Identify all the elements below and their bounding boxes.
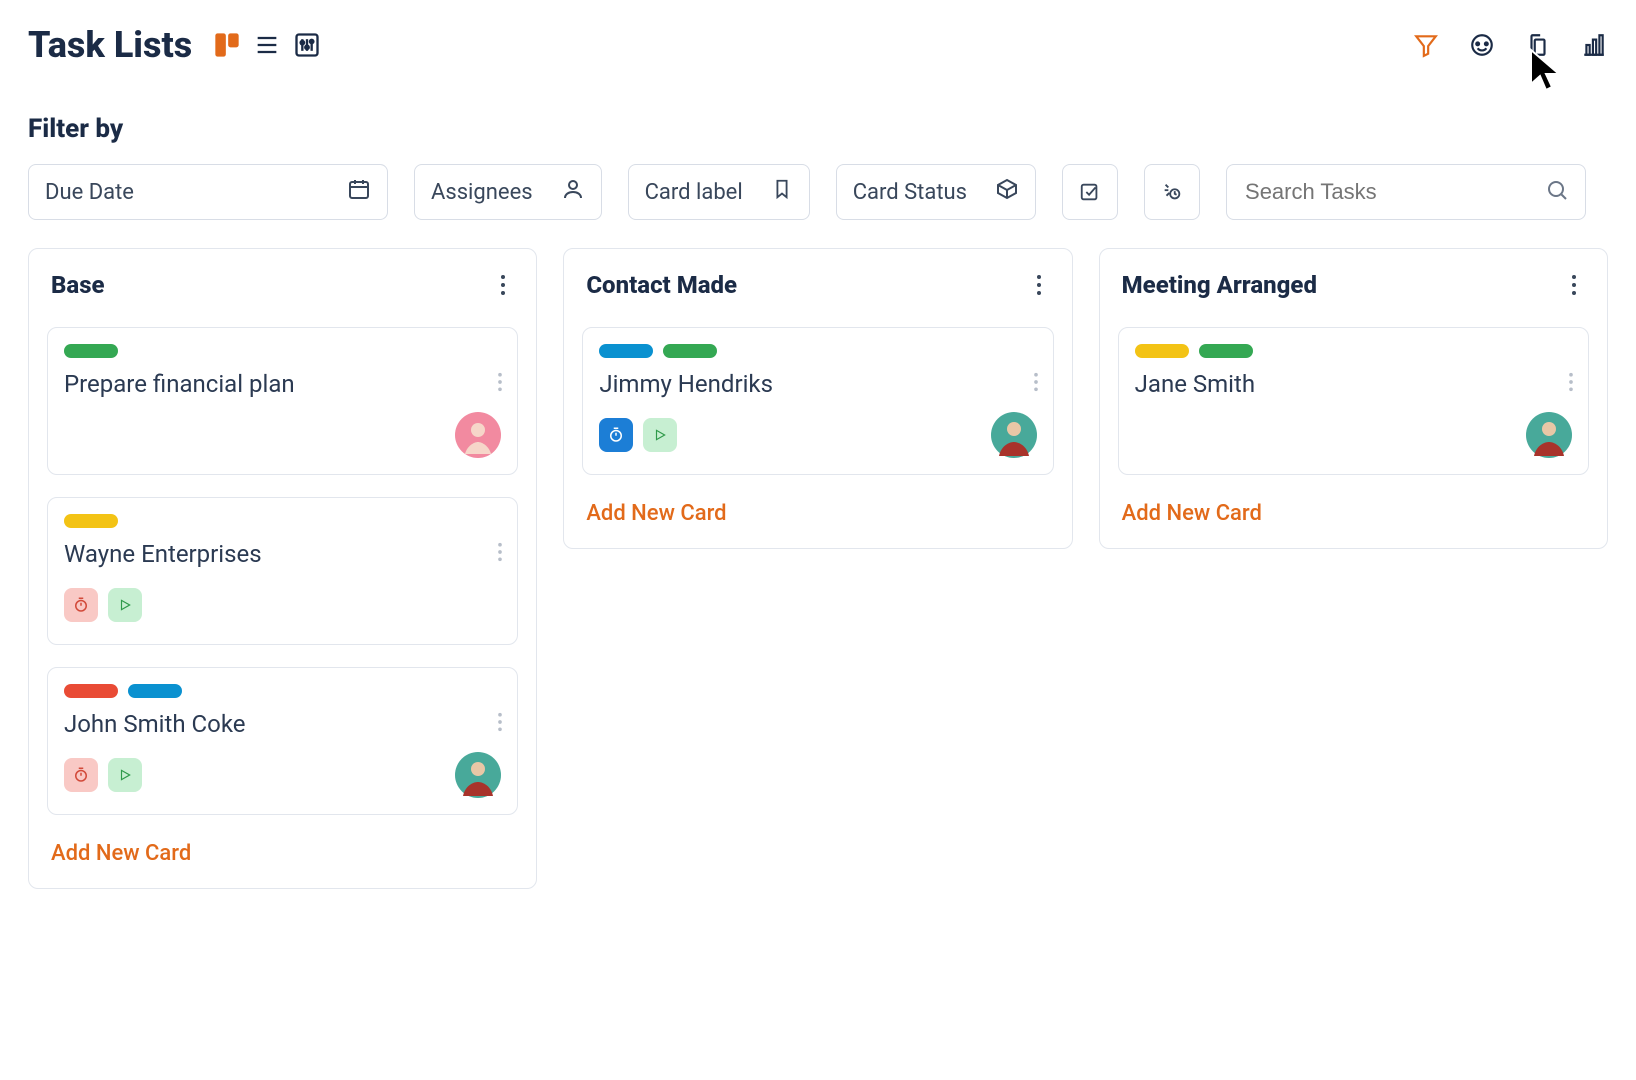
copy-icon[interactable] [1524,31,1552,59]
column-title: Base [51,271,105,299]
filter-card-status-label: Card Status [853,180,981,205]
filter-card-label[interactable]: Card label [628,164,810,220]
card-title: Wayne Enterprises [64,540,501,568]
task-card[interactable]: Prepare financial plan [47,327,518,475]
card-title: Prepare financial plan [64,370,501,398]
card-menu-icon[interactable] [497,712,503,736]
avatar[interactable] [455,752,501,798]
filter-by-label: Filter by [28,114,1608,144]
play-badge[interactable] [108,758,142,792]
filter-spark-icon[interactable] [1144,164,1200,220]
avatar[interactable] [1526,412,1572,458]
card-title: Jimmy Hendriks [599,370,1036,398]
box-icon [995,177,1019,207]
play-badge[interactable] [643,418,677,452]
filter-due-date[interactable]: Due Date [28,164,388,220]
tag-red [64,684,118,698]
filter-icon[interactable] [1412,31,1440,59]
column-menu-icon[interactable] [1028,274,1050,296]
tag-green [663,344,717,358]
tag-blue [599,344,653,358]
card-menu-icon[interactable] [1568,372,1574,396]
search-input[interactable] [1243,178,1545,206]
column-title: Contact Made [586,271,737,299]
timer-badge[interactable] [64,758,98,792]
filter-assignees-label: Assignees [431,180,547,205]
column-meeting-arranged: Meeting Arranged Jane Smith [1099,248,1608,549]
add-card-button[interactable]: Add New Card [564,479,1071,548]
card-menu-icon[interactable] [497,542,503,566]
view-board-icon[interactable] [212,30,242,60]
task-card[interactable]: Jimmy Hendriks [582,327,1053,475]
filter-card-status[interactable]: Card Status [836,164,1036,220]
tag-blue [128,684,182,698]
search-icon [1545,178,1569,206]
bookmark-icon [771,178,793,206]
search-tasks[interactable] [1226,164,1586,220]
calendar-icon [347,177,371,207]
card-title: John Smith Coke [64,710,501,738]
view-list-icon[interactable] [252,30,282,60]
page-title: Task Lists [28,24,192,66]
filter-card-label-label: Card label [645,180,757,205]
card-title: Jane Smith [1135,370,1572,398]
view-settings-icon[interactable] [292,30,322,60]
add-card-button[interactable]: Add New Card [1100,479,1607,548]
task-card[interactable]: Wayne Enterprises [47,497,518,645]
card-menu-icon[interactable] [1033,372,1039,396]
share-icon[interactable] [1468,31,1496,59]
card-menu-icon[interactable] [497,372,503,396]
filter-due-date-label: Due Date [45,180,148,205]
column-base: Base Prepare financial plan [28,248,537,889]
avatar[interactable] [455,412,501,458]
play-badge[interactable] [108,588,142,622]
tag-green [64,344,118,358]
column-menu-icon[interactable] [492,274,514,296]
task-card[interactable]: Jane Smith [1118,327,1589,475]
add-card-button[interactable]: Add New Card [29,819,536,888]
timer-badge[interactable] [599,418,633,452]
tag-green [1199,344,1253,358]
column-menu-icon[interactable] [1563,274,1585,296]
timer-badge[interactable] [64,588,98,622]
chart-icon[interactable] [1580,31,1608,59]
tag-yellow [64,514,118,528]
filter-checkbox-icon[interactable] [1062,164,1118,220]
column-contact-made: Contact Made Jimmy Hendriks [563,248,1072,549]
task-card[interactable]: John Smith Coke [47,667,518,815]
avatar[interactable] [991,412,1037,458]
column-title: Meeting Arranged [1122,271,1317,299]
filter-assignees[interactable]: Assignees [414,164,602,220]
person-icon [561,177,585,207]
tag-yellow [1135,344,1189,358]
